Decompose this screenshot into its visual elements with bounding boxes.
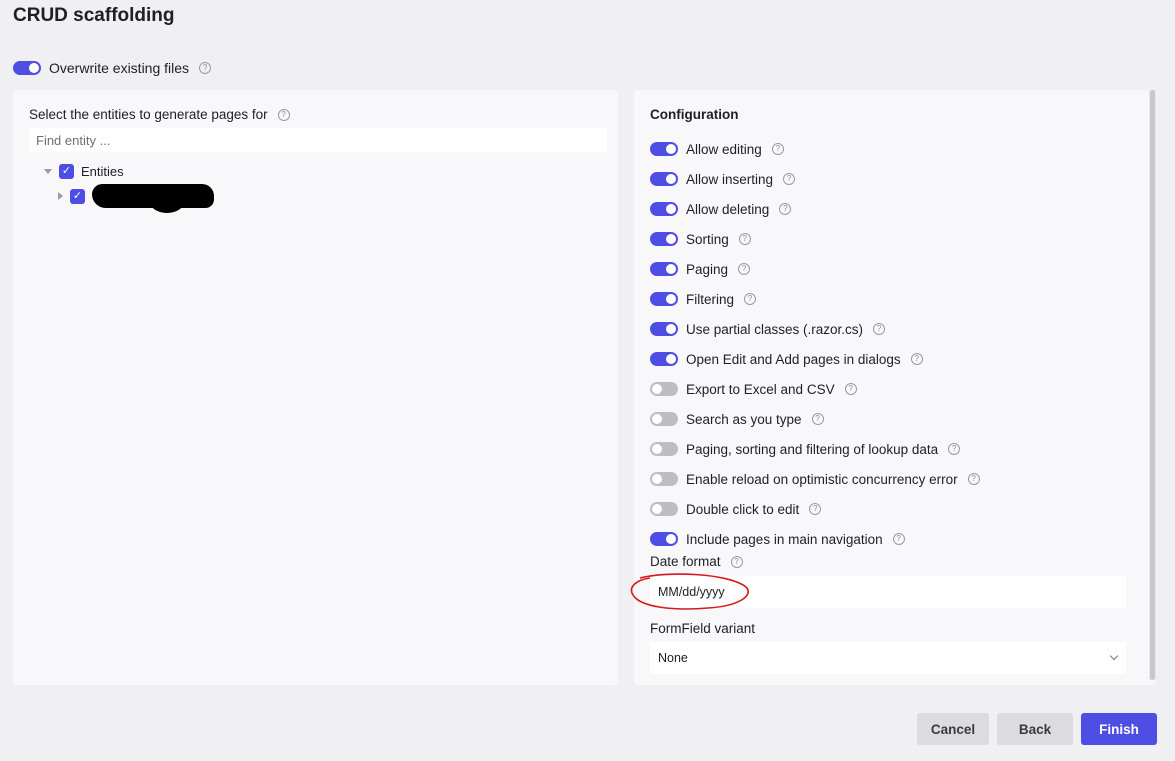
formfield-variant-select[interactable]: None <box>650 642 1126 674</box>
chevron-down-icon <box>1109 651 1119 661</box>
expand-caret-icon[interactable] <box>44 169 52 174</box>
help-icon[interactable]: ? <box>277 108 290 121</box>
tree-node-entities[interactable]: ✓ Entities <box>44 164 124 179</box>
configuration-title: Configuration <box>650 107 739 122</box>
formfield-variant-label: FormField variant <box>650 621 756 636</box>
overwrite-label: Overwrite existing files <box>49 60 190 76</box>
finish-button[interactable]: Finish <box>1081 713 1157 745</box>
toggle-switch[interactable] <box>650 142 678 156</box>
toggle-switch[interactable] <box>650 322 678 336</box>
help-icon[interactable]: ? <box>811 413 824 425</box>
config-option-label: Include pages in main navigation <box>686 531 883 547</box>
scrollbar-thumb[interactable] <box>1150 90 1155 680</box>
help-icon[interactable]: ? <box>730 555 743 568</box>
config-option[interactable]: Double click to edit? <box>650 494 980 524</box>
config-option-label: Allow deleting <box>686 201 770 217</box>
config-option-label: Double click to edit <box>686 501 800 517</box>
config-option[interactable]: Paging, sorting and filtering of lookup … <box>650 434 980 464</box>
tree-node-label: Entities <box>81 164 124 179</box>
toggle-switch[interactable] <box>650 172 678 186</box>
date-format-input[interactable]: MM/dd/yyyy <box>650 576 1126 608</box>
help-icon[interactable]: ? <box>199 62 212 74</box>
configuration-options: Allow editing? Allow inserting? Allow dele… <box>650 134 980 554</box>
overwrite-existing-files-row: Overwrite existing files ? <box>13 60 212 76</box>
date-format-label: Date format <box>650 554 721 569</box>
help-icon[interactable]: ? <box>779 203 792 215</box>
config-option[interactable]: Use partial classes (.razor.cs)? <box>650 314 980 344</box>
redacted-entity-name <box>92 184 214 213</box>
toggle-switch[interactable] <box>650 382 678 396</box>
config-option[interactable]: Export to Excel and CSV? <box>650 374 980 404</box>
toggle-switch[interactable] <box>650 352 678 366</box>
toggle-switch[interactable] <box>650 412 678 426</box>
config-option-label: Filtering <box>686 291 735 307</box>
config-option[interactable]: Sorting? <box>650 224 980 254</box>
help-icon[interactable]: ? <box>783 173 796 185</box>
help-icon[interactable]: ? <box>967 473 980 485</box>
find-entity-input[interactable] <box>29 128 607 152</box>
tree-node-child[interactable]: ✓ <box>58 184 214 213</box>
help-icon[interactable]: ? <box>771 143 784 155</box>
toggle-switch[interactable] <box>650 502 678 516</box>
config-option-label: Allow editing <box>686 141 762 157</box>
config-option[interactable]: Allow editing? <box>650 134 980 164</box>
help-icon[interactable]: ? <box>809 503 822 515</box>
toggle-switch[interactable] <box>650 442 678 456</box>
config-option-label: Search as you type <box>686 411 802 427</box>
config-option[interactable]: Search as you type? <box>650 404 980 434</box>
child-entity-checkbox[interactable]: ✓ <box>70 188 85 204</box>
formfield-variant-value: None <box>658 651 688 665</box>
help-icon[interactable]: ? <box>892 533 905 545</box>
cancel-button[interactable]: Cancel <box>917 713 989 745</box>
page-title: CRUD scaffolding <box>13 5 175 26</box>
help-icon[interactable]: ? <box>910 353 923 365</box>
toggle-switch[interactable] <box>650 292 678 306</box>
help-icon[interactable]: ? <box>948 443 961 455</box>
collapsed-caret-icon[interactable] <box>58 192 63 200</box>
config-option[interactable]: Filtering? <box>650 284 980 314</box>
help-icon[interactable]: ? <box>844 383 857 395</box>
config-option[interactable]: Enable reload on optimistic concurrency … <box>650 464 980 494</box>
config-option-label: Allow inserting <box>686 171 774 187</box>
config-option-label: Export to Excel and CSV <box>686 381 835 397</box>
toggle-switch[interactable] <box>650 472 678 486</box>
entities-panel: Select the entities to generate pages fo… <box>13 90 618 685</box>
config-option[interactable]: Allow inserting? <box>650 164 980 194</box>
config-option-label: Open Edit and Add pages in dialogs <box>686 351 901 367</box>
help-icon[interactable]: ? <box>744 293 757 305</box>
config-option[interactable]: Allow deleting? <box>650 194 980 224</box>
config-option[interactable]: Open Edit and Add pages in dialogs? <box>650 344 980 374</box>
config-option-label: Sorting <box>686 231 729 247</box>
date-format-label-row: Date format ? <box>650 554 743 569</box>
config-option-label: Use partial classes (.razor.cs) <box>686 321 864 337</box>
toggle-switch[interactable] <box>650 202 678 216</box>
config-option-label: Enable reload on optimistic concurrency … <box>686 471 958 487</box>
help-icon[interactable]: ? <box>873 323 886 335</box>
toggle-switch[interactable] <box>650 232 678 246</box>
entities-label-row: Select the entities to generate pages fo… <box>29 107 290 122</box>
configuration-panel: Configuration Allow editing? Allow insert… <box>634 90 1156 685</box>
overwrite-toggle[interactable] <box>13 61 41 75</box>
entities-checkbox[interactable]: ✓ <box>59 164 74 179</box>
configuration-scrollbar[interactable] <box>1149 90 1156 680</box>
help-icon[interactable]: ? <box>738 233 751 245</box>
toggle-switch[interactable] <box>650 262 678 276</box>
toggle-switch[interactable] <box>650 532 678 546</box>
back-button[interactable]: Back <box>997 713 1073 745</box>
config-option-label: Paging, sorting and filtering of lookup … <box>686 441 939 457</box>
config-option[interactable]: Paging? <box>650 254 980 284</box>
config-option[interactable]: Include pages in main navigation? <box>650 524 980 554</box>
config-option-label: Paging <box>686 261 729 277</box>
entities-label: Select the entities to generate pages fo… <box>29 107 268 122</box>
help-icon[interactable]: ? <box>738 263 751 275</box>
